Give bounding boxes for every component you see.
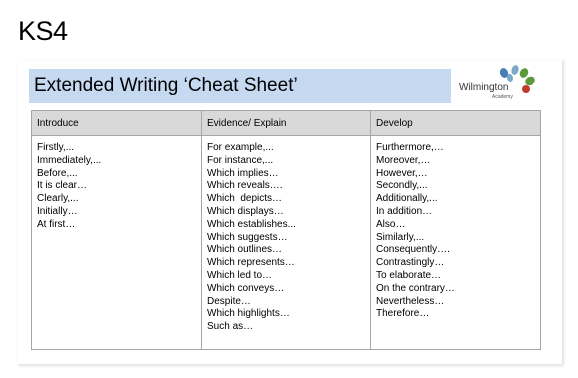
list-item: Despite… (207, 295, 251, 307)
list-item: Additionally,... (376, 193, 438, 205)
page: KS4 Extended Writing ‘Cheat Sheet’ Wilmi… (0, 0, 578, 378)
list-item: For example,... (207, 142, 274, 153)
list-item: Which represents… (207, 257, 295, 269)
introduce-cell: Firstly,... Immediately,... Before,... It i… (31, 135, 202, 350)
list-item: Consequently…. (376, 244, 450, 256)
list-item: Secondly,... (376, 180, 428, 192)
list-item: At first… (37, 218, 76, 230)
slide-card: Extended Writing ‘Cheat Sheet’ Wilmingto… (18, 60, 563, 365)
list-item: In addition… (376, 205, 433, 217)
list-item: For instance,... (207, 154, 274, 166)
list-item: Which depicts… (207, 193, 283, 205)
list-item: Which led to… (207, 269, 273, 281)
logo-name: Wilmington (459, 82, 509, 93)
list-item: Moreover,… (376, 154, 431, 166)
list-item: Initially… (37, 205, 78, 217)
table-row: Firstly,... Immediately,... Before,... It i… (31, 135, 541, 350)
list-item: Immediately,... (37, 154, 102, 166)
list-item: Which implies… (207, 167, 279, 179)
list-item: Furthermore,… (376, 142, 444, 153)
develop-list: Furthermore,… Moreover,… However,… Secondly… (376, 142, 540, 321)
list-item: However,… (376, 167, 428, 179)
list-item: Which conveys… (207, 282, 285, 294)
list-item: On the contrary… (376, 282, 455, 294)
evidence-explain-cell: For example,... For instance,... Which imp… (201, 135, 371, 350)
page-heading: KS4 (18, 16, 68, 46)
list-item: Therefore… (376, 308, 430, 320)
list-item: Firstly,... (37, 142, 75, 153)
list-item: Similarly,... (376, 231, 425, 243)
list-item: Which displays… (207, 205, 284, 217)
introduce-list: Firstly,... Immediately,... Before,... It i… (37, 142, 201, 232)
academy-logo: Wilmington Academy (458, 64, 553, 104)
develop-cell: Furthermore,… Moreover,… However,… Secondly… (370, 135, 541, 350)
list-item: Nevertheless… (376, 295, 445, 307)
list-item: It is clear… (37, 180, 88, 192)
column-header-evidence-explain: Evidence/ Explain (201, 110, 371, 136)
list-item: Which outlines… (207, 244, 283, 256)
list-item: Which establishes... (207, 218, 296, 230)
list-item: Contrastingly… (376, 257, 445, 269)
list-item: Clearly,... (37, 193, 79, 205)
list-item: Such as… (207, 321, 254, 333)
logo-subtitle: Academy (492, 94, 513, 100)
list-item: Which highlights… (207, 308, 290, 320)
list-item: Also… (376, 218, 406, 230)
evidence-explain-list: For example,... For instance,... Which imp… (207, 142, 370, 334)
list-item: Before,... (37, 167, 78, 179)
list-item: Which suggests… (207, 231, 288, 243)
title-bar: Extended Writing ‘Cheat Sheet’ (29, 69, 451, 103)
column-header-develop: Develop (370, 110, 541, 136)
column-header-introduce: Introduce (31, 110, 202, 136)
slide-title: Extended Writing ‘Cheat Sheet’ (34, 75, 298, 96)
list-item: Which reveals…. (207, 180, 283, 192)
table-header-row: Introduce Evidence/ Explain Develop (31, 110, 541, 136)
cheat-sheet-table: Introduce Evidence/ Explain Develop Firs… (31, 110, 541, 350)
list-item: To elaborate… (376, 269, 442, 281)
